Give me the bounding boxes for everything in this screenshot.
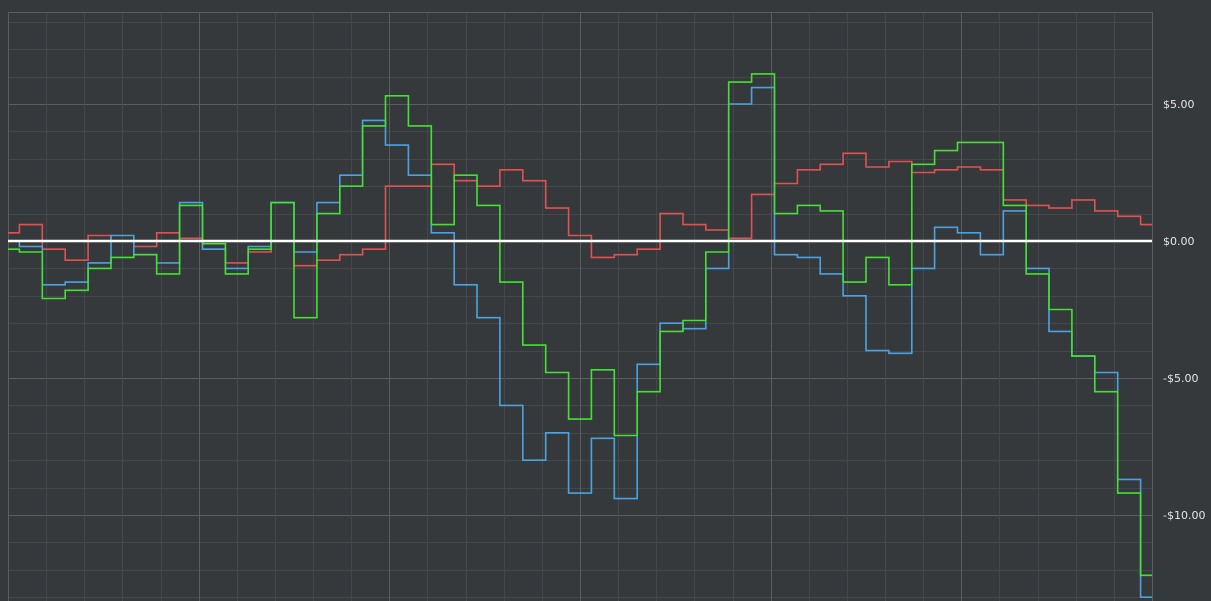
y-tick-label: $0.00 [1163, 235, 1195, 248]
line-chart: $5.00 $0.00 -$5.00 -$10.00 [0, 0, 1211, 601]
y-tick-label: -$10.00 [1163, 509, 1205, 522]
y-tick-label: $5.00 [1163, 98, 1195, 111]
y-tick-label: -$5.00 [1163, 372, 1198, 385]
plot-background [0, 0, 1211, 601]
